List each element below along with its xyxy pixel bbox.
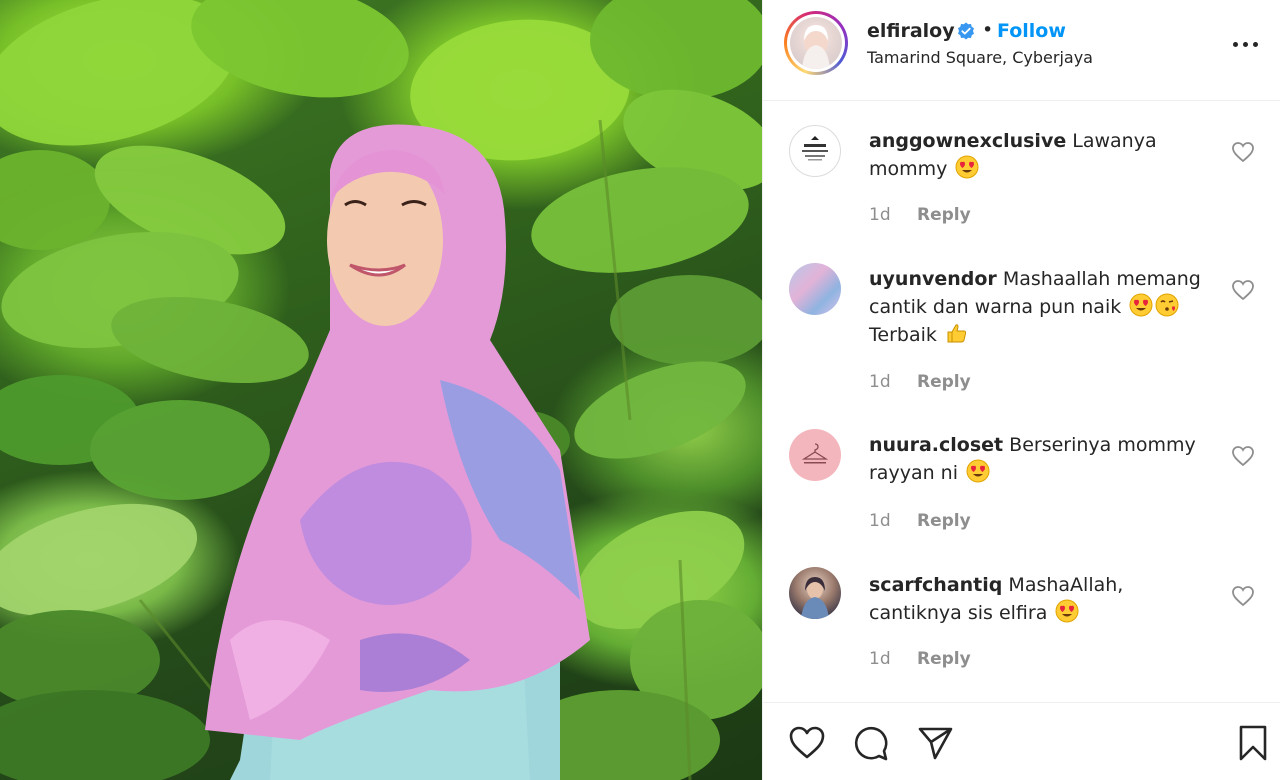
reply-button[interactable]: Reply [917, 205, 971, 225]
save-icon[interactable] [1233, 723, 1273, 763]
comment-item: anggownexclusive Lawanya mommy 1d Reply [763, 101, 1280, 241]
follow-button[interactable]: Follow [997, 20, 1066, 42]
comment-username[interactable]: nuura.closet [869, 434, 1003, 456]
commenter-avatar[interactable] [789, 429, 841, 481]
heart-eyes-emoji-icon [1129, 293, 1153, 317]
heart-eyes-emoji-icon [955, 155, 979, 179]
kissing-heart-emoji-icon [1155, 293, 1179, 317]
comment-timestamp: 1d [869, 205, 891, 225]
comment-like-icon[interactable] [1231, 445, 1255, 467]
comment-username[interactable]: anggownexclusive [869, 130, 1066, 152]
commenter-avatar[interactable] [789, 125, 841, 177]
comment-like-icon[interactable] [1231, 141, 1255, 163]
hanger-logo [801, 443, 829, 464]
comment-text: uyunvendor Mashaallah memang cantik dan … [869, 265, 1209, 349]
share-icon[interactable] [915, 723, 955, 763]
comment-like-icon[interactable] [1231, 279, 1255, 301]
more-options-icon[interactable] [1233, 40, 1263, 50]
author-avatar[interactable] [784, 11, 848, 75]
heart-eyes-emoji-icon [966, 459, 990, 483]
comment-icon[interactable] [851, 723, 891, 763]
commenter-avatar[interactable] [789, 263, 841, 315]
thumbs-up-emoji-icon [947, 324, 967, 343]
post-sidebar: elfiraloy • Follow Tamarind Square, Cybe… [762, 0, 1280, 780]
comment-like-icon[interactable] [1231, 585, 1255, 607]
author-username[interactable]: elfiraloy [867, 20, 955, 42]
post-location[interactable]: Tamarind Square, Cyberjaya [867, 48, 1093, 67]
author-avatar-photo [802, 25, 830, 69]
comment-item: uyunvendor Mashaallah memang cantik dan … [763, 241, 1280, 407]
post-photo[interactable] [0, 0, 762, 780]
anggown-logo [802, 136, 828, 161]
comment-item: nuura.closet Berserinya mommy rayyan ni … [763, 407, 1280, 547]
comment-timestamp: 1d [869, 649, 891, 669]
photo-scene [0, 0, 762, 780]
header-separator: • [982, 19, 994, 41]
post-actions-bar [763, 702, 1280, 780]
comment-text: scarfchantiq MashaAllah, cantiknya sis e… [869, 571, 1209, 627]
like-icon[interactable] [787, 723, 827, 763]
comment-item: scarfchantiq MashaAllah, cantiknya sis e… [763, 547, 1280, 687]
comment-text: anggownexclusive Lawanya mommy [869, 127, 1209, 183]
comment-body-line2: Terbaik [869, 324, 937, 346]
commenter-avatar-photo [801, 577, 829, 619]
commenter-avatar[interactable] [789, 567, 841, 619]
comment-username[interactable]: scarfchantiq [869, 574, 1002, 596]
heart-eyes-emoji-icon [1055, 599, 1079, 623]
post-header: elfiraloy • Follow Tamarind Square, Cybe… [763, 0, 1280, 101]
comment-timestamp: 1d [869, 372, 891, 392]
comment-timestamp: 1d [869, 511, 891, 531]
reply-button[interactable]: Reply [917, 372, 971, 392]
verified-badge-icon [958, 22, 974, 40]
reply-button[interactable]: Reply [917, 511, 971, 531]
reply-button[interactable]: Reply [917, 649, 971, 669]
comments-list[interactable]: anggownexclusive Lawanya mommy 1d Reply … [763, 101, 1280, 701]
comment-username[interactable]: uyunvendor [869, 268, 997, 290]
comment-text: nuura.closet Berserinya mommy rayyan ni [869, 431, 1209, 487]
